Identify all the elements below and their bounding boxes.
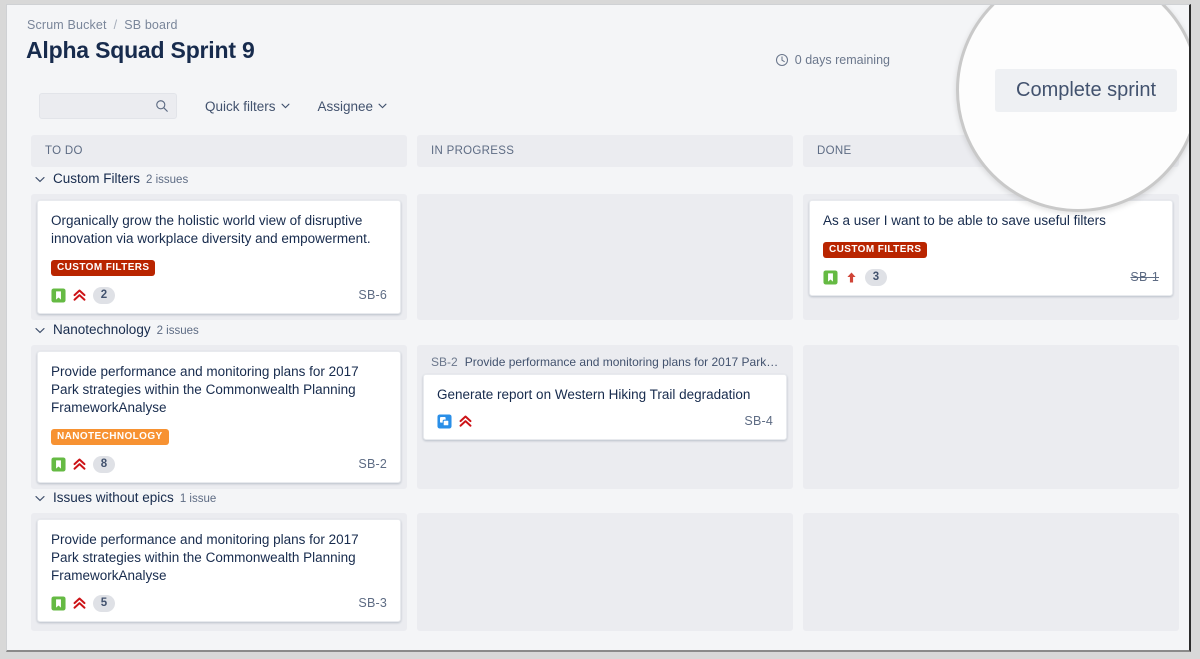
swimlane-cell-done: As a user I want to be able to save usef… <box>803 194 1179 320</box>
column-header-todo: TO DO <box>31 135 407 167</box>
issue-card-key: SB-6 <box>358 288 387 302</box>
swimlane-nanotechnology: Nanotechnology 2 issues Provide performanc… <box>31 322 1179 489</box>
story-type-icon <box>51 457 66 472</box>
chevron-down-icon[interactable] <box>35 176 45 183</box>
swimlane-cell-done <box>803 513 1179 631</box>
issue-card-title: Provide performance and monitoring plans… <box>51 531 387 585</box>
issue-card-title: Provide performance and monitoring plans… <box>51 363 387 417</box>
issue-card[interactable]: Provide performance and monitoring plans… <box>37 519 401 622</box>
swimlane-cell-todo: Organically grow the holistic world view… <box>31 194 407 320</box>
swimlane-header[interactable]: Nanotechnology 2 issues <box>31 322 1179 337</box>
issue-card-key: SB-4 <box>744 414 773 428</box>
swimlane-title: Nanotechnology <box>53 322 151 337</box>
subtask-card-wrapper: SB-2 Provide performance and monitoring p… <box>423 351 787 440</box>
breadcrumb: Scrum Bucket / SB board <box>27 18 178 32</box>
swimlane-issue-count: 2 issues <box>157 325 199 337</box>
issue-card-title: Generate report on Western Hiking Trail … <box>437 386 773 404</box>
breadcrumb-project[interactable]: Scrum Bucket <box>27 18 107 32</box>
issue-card-footer: 5 SB-3 <box>51 594 387 612</box>
browser-window-frame: Scrum Bucket / SB board Alpha Squad Sprint… <box>6 4 1191 652</box>
swimlane-title: Custom Filters <box>53 171 140 186</box>
subtask-type-icon <box>437 414 452 429</box>
story-points-badge: 5 <box>93 595 115 612</box>
assignee-dropdown[interactable]: Assignee <box>318 99 388 114</box>
breadcrumb-separator: / <box>114 18 118 32</box>
swimlane-issue-count: 1 issue <box>180 493 216 505</box>
column-header-label: IN PROGRESS <box>431 145 514 157</box>
story-points-badge: 8 <box>93 456 115 473</box>
story-type-icon <box>51 596 66 611</box>
search-box[interactable] <box>39 93 177 119</box>
issue-card-key: SB-3 <box>358 596 387 610</box>
epic-label[interactable]: CUSTOM FILTERS <box>51 260 155 276</box>
column-header-label: TO DO <box>45 145 83 157</box>
magnified-complete-sprint-button[interactable]: Complete sprint <box>995 69 1177 112</box>
chevron-down-icon[interactable] <box>35 327 45 334</box>
issue-card[interactable]: Provide performance and monitoring plans… <box>37 351 401 483</box>
priority-highest-icon <box>73 597 86 610</box>
swimlane-title: Issues without epics <box>53 490 174 505</box>
parent-issue-title: Provide performance and monitoring plans… <box>465 355 781 369</box>
swimlane-columns: Provide performance and monitoring plans… <box>31 513 1179 631</box>
swimlane-cell-todo: Provide performance and monitoring plans… <box>31 345 407 489</box>
swimlane-no-epic: Issues without epics 1 issue Provide perfo… <box>31 490 1179 631</box>
column-header-label: DONE <box>817 145 851 157</box>
issue-card-footer: 3 SB-1 <box>823 268 1159 286</box>
story-type-icon <box>51 288 66 303</box>
column-header-inprogress: IN PROGRESS <box>417 135 793 167</box>
quick-filters-label: Quick filters <box>205 99 276 114</box>
epic-label[interactable]: CUSTOM FILTERS <box>823 242 927 258</box>
swimlane-cell-done <box>803 345 1179 489</box>
swimlane-columns: Provide performance and monitoring plans… <box>31 345 1179 489</box>
issue-card[interactable]: Generate report on Western Hiking Trail … <box>423 374 787 440</box>
issue-card-key: SB-2 <box>358 457 387 471</box>
priority-high-icon <box>845 271 858 284</box>
sprint-days-remaining: 0 days remaining <box>775 53 890 67</box>
swimlane-issue-count: 2 issues <box>146 174 188 186</box>
priority-highest-icon <box>73 458 86 471</box>
parent-issue-key: SB-2 <box>431 355 458 369</box>
chevron-down-icon[interactable] <box>35 495 45 502</box>
issue-card-title: Organically grow the holistic world view… <box>51 212 387 248</box>
issue-card-title: As a user I want to be able to save usef… <box>823 212 1159 230</box>
story-points-badge: 2 <box>93 287 115 304</box>
days-remaining-label: 0 days remaining <box>795 53 890 67</box>
parent-issue-header[interactable]: SB-2 Provide performance and monitoring p… <box>423 351 787 374</box>
swimlane-custom-filters: Custom Filters 2 issues Organically grow t… <box>31 171 1179 320</box>
search-icon[interactable] <box>155 99 169 113</box>
swimlane-header[interactable]: Issues without epics 1 issue <box>31 490 1179 505</box>
swimlane-cell-todo: Provide performance and monitoring plans… <box>31 513 407 631</box>
scrum-board: Scrum Bucket / SB board Alpha Squad Sprint… <box>7 5 1190 649</box>
search-input[interactable] <box>40 94 152 118</box>
issue-card-footer: 8 SB-2 <box>51 455 387 473</box>
filter-bar: Quick filters Assignee <box>39 93 387 119</box>
breadcrumb-board[interactable]: SB board <box>124 18 177 32</box>
page-title: Alpha Squad Sprint 9 <box>26 37 255 64</box>
screenshot-root: Scrum Bucket / SB board Alpha Squad Sprint… <box>0 0 1200 659</box>
priority-highest-icon <box>73 289 86 302</box>
swimlane-cell-inprogress: SB-2 Provide performance and monitoring p… <box>417 345 793 489</box>
issue-card-footer: SB-4 <box>437 412 773 430</box>
assignee-label: Assignee <box>318 99 374 114</box>
story-type-icon <box>823 270 838 285</box>
issue-card[interactable]: Organically grow the holistic world view… <box>37 200 401 314</box>
epic-label[interactable]: NANOTECHNOLOGY <box>51 429 169 445</box>
story-points-badge: 3 <box>865 269 887 286</box>
issue-card-key: SB-1 <box>1130 270 1159 284</box>
chevron-down-icon <box>378 103 387 109</box>
issue-card-footer: 2 SB-6 <box>51 286 387 304</box>
chevron-down-icon <box>281 103 290 109</box>
clock-icon <box>775 53 789 67</box>
swimlane-cell-inprogress <box>417 194 793 320</box>
priority-highest-icon <box>459 415 472 428</box>
quick-filters-dropdown[interactable]: Quick filters <box>205 99 290 114</box>
issue-card[interactable]: As a user I want to be able to save usef… <box>809 200 1173 296</box>
swimlane-cell-inprogress <box>417 513 793 631</box>
swimlane-columns: Organically grow the holistic world view… <box>31 194 1179 320</box>
